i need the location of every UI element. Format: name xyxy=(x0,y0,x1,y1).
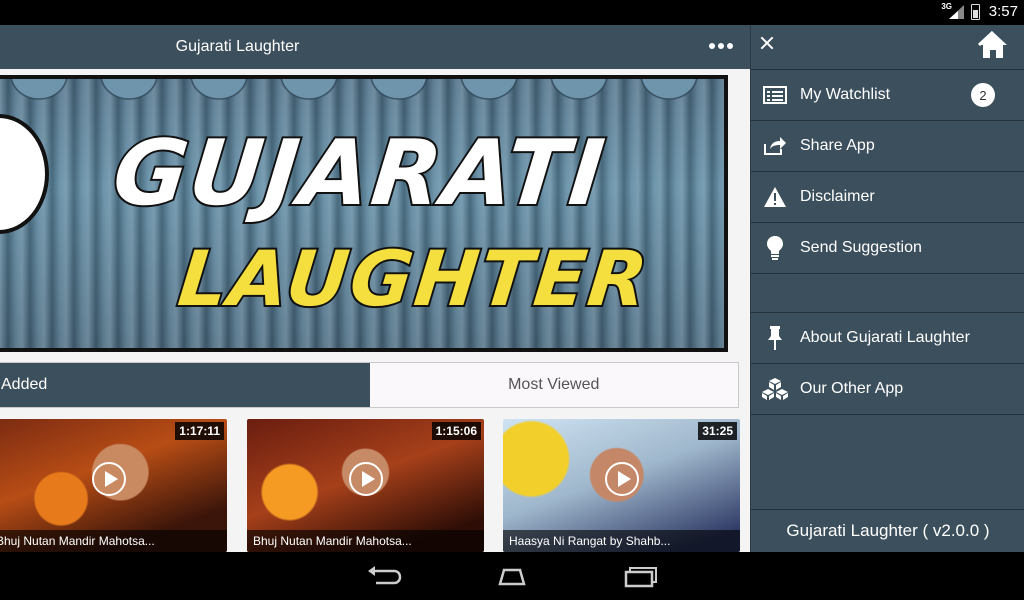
navigation-drawer: My Watchlist 2 Share App Disclaimer Send… xyxy=(750,25,1024,552)
battery-icon xyxy=(971,4,980,20)
share-icon xyxy=(751,121,799,171)
tab-bar: Added Most Viewed xyxy=(0,362,739,408)
play-icon[interactable] xyxy=(91,461,126,496)
app-version: Gujarati Laughter ( v2.0.0 ) xyxy=(751,509,1024,552)
menu-divider xyxy=(751,414,1024,509)
home-icon[interactable] xyxy=(977,30,1009,60)
status-bar: 3G 3:57 xyxy=(0,0,1024,25)
banner-image: GUJARATI LAUGHTER xyxy=(0,75,728,352)
video-title: Haasya Ni Rangat by Shahb... xyxy=(503,530,740,552)
lightbulb-icon xyxy=(751,223,799,273)
clock: 3:57 xyxy=(988,3,1018,20)
video-duration: 31:25 xyxy=(698,422,737,440)
curtain-valance xyxy=(0,79,724,113)
menu-other-app[interactable]: Our Other App xyxy=(751,363,1024,413)
video-title: Bhuj Nutan Mandir Mahotsa... xyxy=(247,530,484,552)
recents-icon[interactable] xyxy=(620,562,660,590)
menu-my-watchlist[interactable]: My Watchlist 2 xyxy=(751,69,1024,119)
cubes-icon xyxy=(751,364,799,414)
video-title: Bhuj Nutan Mandir Mahotsa... xyxy=(0,530,227,552)
list-icon xyxy=(751,70,799,120)
menu-label: My Watchlist xyxy=(800,85,891,103)
home-nav-icon[interactable] xyxy=(492,562,532,590)
video-duration: 1:17:11 xyxy=(175,422,224,440)
tab-most-viewed[interactable]: Most Viewed xyxy=(369,363,738,407)
video-card[interactable]: 1:17:11 Bhuj Nutan Mandir Mahotsa... xyxy=(0,419,227,552)
play-icon[interactable] xyxy=(604,461,639,496)
menu-label: About Gujarati Laughter xyxy=(800,328,970,346)
logo-circle xyxy=(0,114,49,234)
back-icon[interactable] xyxy=(364,562,404,590)
banner-title-line2: LAUGHTER xyxy=(172,232,655,325)
menu-label: Send Suggestion xyxy=(800,238,922,256)
screen: 3G 3:57 Gujarati Laughter GUJARATI LAUGH… xyxy=(0,0,1024,600)
main-content: Gujarati Laughter GUJARATI LAUGHTER Adde… xyxy=(0,25,750,552)
play-icon[interactable] xyxy=(348,461,383,496)
video-card[interactable]: 1:15:06 Bhuj Nutan Mandir Mahotsa... xyxy=(247,419,484,552)
menu-label: Share App xyxy=(800,136,875,154)
signal-icon xyxy=(949,5,964,19)
menu-about[interactable]: About Gujarati Laughter xyxy=(751,312,1024,362)
video-card[interactable]: 31:25 Haasya Ni Rangat by Shahb... xyxy=(503,419,740,552)
app-title: Gujarati Laughter xyxy=(175,38,300,55)
overflow-menu-icon[interactable] xyxy=(706,35,736,57)
app-bar: Gujarati Laughter xyxy=(0,25,750,69)
watchlist-count-badge: 2 xyxy=(971,83,995,107)
menu-label: Our Other App xyxy=(800,379,904,397)
banner-title-line1: GUJARATI xyxy=(106,119,612,228)
drawer-header xyxy=(751,25,1024,68)
menu-send-suggestion[interactable]: Send Suggestion xyxy=(751,222,1024,272)
menu-label: Disclaimer xyxy=(800,187,875,205)
tab-added[interactable]: Added xyxy=(0,363,370,407)
close-icon[interactable] xyxy=(759,35,775,51)
video-duration: 1:15:06 xyxy=(431,422,481,440)
pin-icon xyxy=(751,313,799,363)
menu-divider xyxy=(751,273,1024,312)
menu-share-app[interactable]: Share App xyxy=(751,120,1024,170)
warning-icon xyxy=(751,172,799,222)
video-list: 1:17:11 Bhuj Nutan Mandir Mahotsa... 1:1… xyxy=(0,419,750,552)
system-nav-bar xyxy=(0,552,1024,600)
menu-disclaimer[interactable]: Disclaimer xyxy=(751,171,1024,221)
